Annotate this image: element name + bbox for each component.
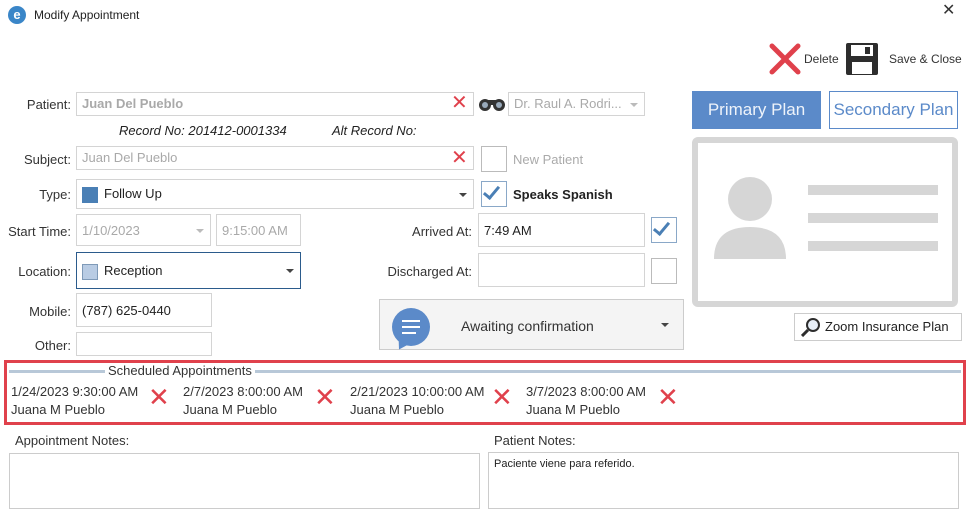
other-label: Other: bbox=[34, 338, 71, 353]
chat-bubble-icon bbox=[392, 308, 430, 352]
other-field[interactable] bbox=[76, 332, 212, 356]
patient-notes-field[interactable]: Paciente viene para referido. bbox=[488, 452, 959, 509]
delete-label: Delete bbox=[804, 52, 839, 66]
appointment-person: Juana M Pueblo bbox=[350, 402, 444, 417]
patient-notes-label: Patient Notes: bbox=[494, 433, 576, 448]
start-time-field[interactable]: 9:15:00 AM bbox=[216, 214, 301, 246]
discharged-checkbox[interactable] bbox=[651, 258, 677, 284]
arrived-checkbox[interactable] bbox=[651, 217, 677, 243]
save-close-label: Save & Close bbox=[889, 52, 962, 66]
mobile-label: Mobile: bbox=[29, 304, 71, 319]
patient-label: Patient: bbox=[26, 97, 71, 112]
alt-record-no: Alt Record No: bbox=[332, 123, 417, 138]
app-logo-icon: e bbox=[8, 6, 26, 24]
clear-patient-icon[interactable]: ✕ bbox=[451, 93, 468, 113]
type-select[interactable]: Follow Up bbox=[76, 179, 474, 209]
check-icon bbox=[482, 181, 501, 201]
window-title: Modify Appointment bbox=[34, 8, 140, 22]
location-color-swatch bbox=[82, 263, 98, 280]
appointment-person: Juana M Pueblo bbox=[526, 402, 620, 417]
subject-label: Subject: bbox=[24, 152, 71, 167]
location-label: Location: bbox=[18, 264, 71, 279]
save-disk-icon bbox=[846, 43, 878, 75]
tab-secondary-plan[interactable]: Secondary Plan bbox=[829, 91, 958, 129]
appointment-item[interactable]: 2/7/2023 8:00:00 AM Juana M Pueblo bbox=[183, 383, 303, 419]
arrived-label: Arrived At: bbox=[412, 224, 472, 239]
new-patient-checkbox[interactable] bbox=[481, 146, 507, 172]
new-patient-label: New Patient bbox=[513, 152, 584, 167]
discharged-label: Discharged At: bbox=[387, 264, 472, 279]
chevron-down-icon bbox=[459, 193, 467, 197]
appointment-item[interactable]: 2/21/2023 10:00:00 AM Juana M Pueblo bbox=[350, 383, 484, 419]
remove-appointment-icon[interactable]: ✕ bbox=[148, 384, 170, 410]
appointment-notes-field[interactable] bbox=[9, 453, 480, 509]
arrived-field[interactable]: 7:49 AM bbox=[478, 213, 645, 247]
scheduled-appointments-title: Scheduled Appointments bbox=[105, 363, 255, 378]
magnifier-icon bbox=[801, 318, 820, 337]
subject-field[interactable]: Juan Del Pueblo bbox=[76, 146, 474, 170]
appointment-datetime: 3/7/2023 8:00:00 AM bbox=[526, 384, 646, 399]
person-icon bbox=[714, 177, 786, 259]
appointment-datetime: 2/7/2023 8:00:00 AM bbox=[183, 384, 303, 399]
start-time-label: Start Time: bbox=[8, 224, 71, 239]
appointment-person: Juana M Pueblo bbox=[183, 402, 277, 417]
appointment-notes-label: Appointment Notes: bbox=[15, 433, 130, 448]
mobile-field[interactable]: (787) 625-0440 bbox=[76, 293, 212, 327]
delete-button[interactable]: Delete bbox=[768, 42, 839, 76]
doctor-select[interactable]: Dr. Raul A. Rodri... bbox=[508, 92, 645, 116]
zoom-label: Zoom Insurance Plan bbox=[825, 319, 949, 334]
save-close-button[interactable]: Save & Close bbox=[845, 42, 962, 76]
appointment-person: Juana M Pueblo bbox=[11, 402, 105, 417]
type-value: Follow Up bbox=[104, 186, 162, 201]
remove-appointment-icon[interactable]: ✕ bbox=[491, 384, 513, 410]
check-icon bbox=[652, 217, 671, 237]
location-select[interactable]: Reception bbox=[76, 252, 301, 289]
remove-appointment-icon[interactable]: ✕ bbox=[314, 384, 336, 410]
record-no: Record No: 201412-0001334 bbox=[119, 123, 287, 138]
remove-appointment-icon[interactable]: ✕ bbox=[657, 384, 679, 410]
start-date-value: 1/10/2023 bbox=[82, 223, 140, 238]
close-icon[interactable]: ✕ bbox=[942, 0, 955, 20]
chevron-down-icon bbox=[286, 269, 294, 273]
doctor-value: Dr. Raul A. Rodri... bbox=[514, 96, 622, 111]
type-label: Type: bbox=[39, 187, 71, 202]
status-select[interactable]: Awaiting confirmation bbox=[379, 299, 684, 352]
appointment-datetime: 1/24/2023 9:30:00 AM bbox=[11, 384, 139, 399]
speaks-spanish-checkbox[interactable] bbox=[481, 181, 507, 207]
status-value: Awaiting confirmation bbox=[461, 318, 594, 334]
chevron-down-icon bbox=[661, 323, 669, 327]
type-color-swatch bbox=[82, 186, 98, 203]
chevron-down-icon bbox=[196, 229, 204, 233]
tab-primary-plan[interactable]: Primary Plan bbox=[692, 91, 821, 129]
appointment-item[interactable]: 1/24/2023 9:30:00 AM Juana M Pueblo bbox=[11, 383, 138, 419]
start-date-select[interactable]: 1/10/2023 bbox=[76, 214, 211, 246]
clear-subject-icon[interactable]: ✕ bbox=[451, 148, 468, 168]
appointment-datetime: 2/21/2023 10:00:00 AM bbox=[350, 384, 485, 399]
discharged-field[interactable] bbox=[478, 253, 645, 287]
binoculars-icon[interactable] bbox=[478, 94, 506, 115]
appointment-item[interactable]: 3/7/2023 8:00:00 AM Juana M Pueblo bbox=[526, 383, 646, 419]
insurance-card-placeholder bbox=[692, 137, 958, 307]
location-value: Reception bbox=[104, 263, 163, 278]
delete-x-icon bbox=[769, 43, 801, 75]
zoom-insurance-plan-button[interactable]: Zoom Insurance Plan bbox=[794, 313, 962, 341]
chevron-down-icon bbox=[630, 103, 638, 107]
scheduled-appointments-highlight: Scheduled Appointments 1/24/2023 9:30:00… bbox=[4, 360, 966, 425]
speaks-spanish-label: Speaks Spanish bbox=[513, 187, 613, 202]
patient-field[interactable]: Juan Del Pueblo bbox=[76, 92, 474, 116]
